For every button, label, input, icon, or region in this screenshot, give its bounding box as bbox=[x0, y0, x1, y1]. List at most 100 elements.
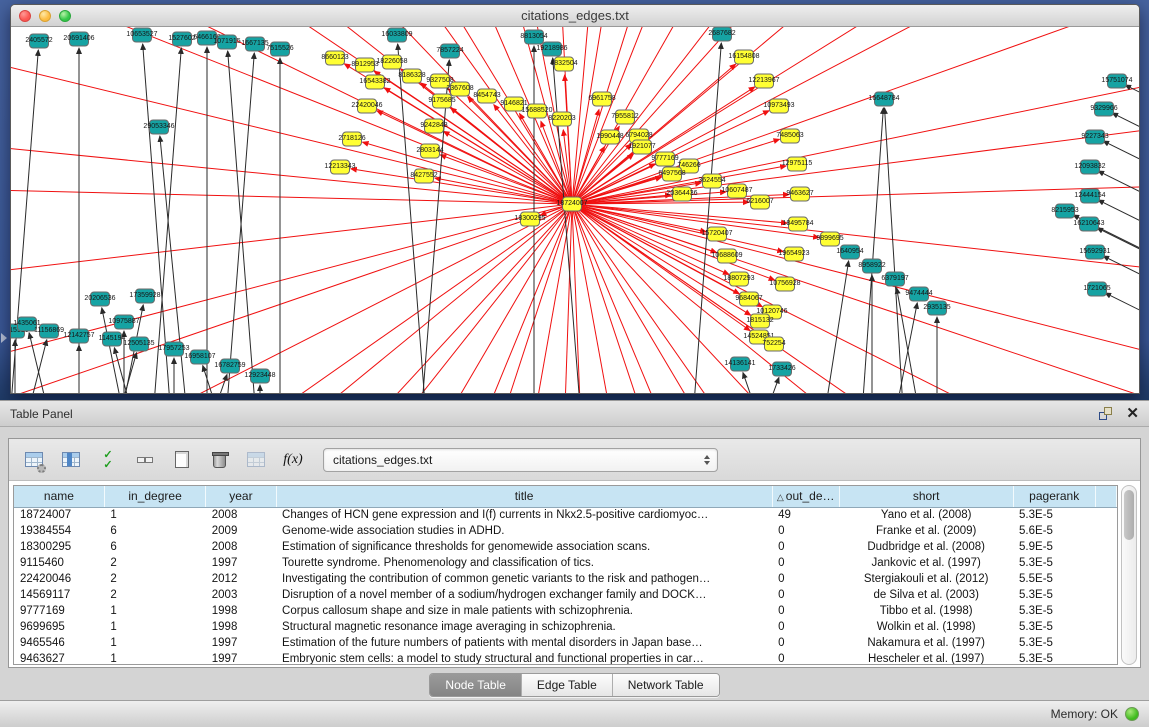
network-node[interactable]: 10756928 bbox=[775, 277, 795, 292]
network-node[interactable]: 8427552 bbox=[414, 169, 434, 184]
table-cell[interactable]: 5.3E-5 bbox=[1013, 507, 1095, 523]
table-cell[interactable]: 9777169 bbox=[14, 603, 104, 619]
column-settings-button[interactable] bbox=[21, 447, 47, 473]
network-node[interactable]: 18724007 bbox=[562, 197, 582, 212]
row-height-button[interactable] bbox=[132, 447, 158, 473]
network-node[interactable]: 9242848 bbox=[424, 119, 444, 134]
table-selector-dropdown[interactable]: citations_edges.txt bbox=[323, 448, 718, 472]
network-node[interactable]: 12213967 bbox=[754, 74, 774, 89]
table-row[interactable]: 946362711997Embryonic stem cells: a mode… bbox=[14, 651, 1117, 665]
column-header[interactable]: in_degree bbox=[104, 486, 205, 507]
table-cell[interactable]: 0 bbox=[772, 523, 839, 539]
float-panel-icon[interactable] bbox=[1099, 407, 1112, 420]
network-node[interactable]: 1733426 bbox=[772, 362, 792, 377]
table-cell[interactable]: de Silva et al. (2003) bbox=[839, 587, 1013, 603]
tab-network-table[interactable]: Network Table bbox=[613, 674, 719, 696]
table-cell[interactable]: 5.6E-5 bbox=[1013, 523, 1095, 539]
network-node[interactable]: 17957253 bbox=[164, 342, 184, 357]
table-cell[interactable]: Corpus callosum shape and size in male p… bbox=[276, 603, 772, 619]
network-node[interactable]: 6379197 bbox=[885, 272, 905, 287]
table-cell[interactable]: 18300295 bbox=[14, 539, 104, 555]
table-row[interactable]: 1872400712008Changes of HCN gene express… bbox=[14, 507, 1117, 523]
column-header[interactable]: name bbox=[14, 486, 104, 507]
network-node[interactable]: 19654923 bbox=[784, 247, 804, 262]
table-cell[interactable]: 2009 bbox=[206, 523, 276, 539]
table-cell[interactable]: 1997 bbox=[206, 651, 276, 665]
network-node[interactable]: 18495784 bbox=[788, 217, 808, 232]
network-node[interactable]: 20691406 bbox=[69, 32, 89, 47]
network-node[interactable]: 16154808 bbox=[734, 50, 754, 65]
table-cell[interactable]: 0 bbox=[772, 603, 839, 619]
table-cell[interactable]: 5.3E-5 bbox=[1013, 635, 1095, 651]
table-cell[interactable]: 5.3E-5 bbox=[1013, 651, 1095, 665]
network-node[interactable]: 1832504 bbox=[554, 57, 574, 72]
network-node[interactable]: 1640954 bbox=[840, 245, 860, 260]
network-node[interactable]: 22420046 bbox=[357, 99, 377, 114]
network-node[interactable]: 2687682 bbox=[712, 27, 732, 42]
network-node[interactable]: 10607487 bbox=[727, 184, 747, 199]
table-cell[interactable]: 1997 bbox=[206, 555, 276, 571]
table-cell[interactable]: 1 bbox=[104, 507, 205, 523]
table-cell[interactable]: 9699695 bbox=[14, 619, 104, 635]
network-node[interactable]: 12213343 bbox=[330, 160, 350, 175]
network-node[interactable]: 1990448 bbox=[600, 130, 620, 145]
table-cell[interactable]: 2 bbox=[104, 571, 205, 587]
table-cell[interactable]: 1998 bbox=[206, 603, 276, 619]
network-node[interactable]: 2803144 bbox=[420, 144, 440, 159]
network-node[interactable]: 6216007 bbox=[750, 195, 770, 210]
network-node[interactable]: 9899695 bbox=[820, 232, 840, 247]
table-cell[interactable]: Changes of HCN gene expression and I(f) … bbox=[276, 507, 772, 523]
network-node[interactable]: 12505135 bbox=[129, 337, 149, 352]
table-cell[interactable]: Hescheler et al. (1997) bbox=[839, 651, 1013, 665]
network-node[interactable]: 16648784 bbox=[874, 92, 894, 107]
collapsed-panel-arrow-icon[interactable] bbox=[1, 333, 7, 343]
table-cell[interactable]: 2 bbox=[104, 555, 205, 571]
table-cell[interactable]: Wolkin et al. (1998) bbox=[839, 619, 1013, 635]
table-row[interactable]: 1938455462009Genome-wide association stu… bbox=[14, 523, 1117, 539]
network-node[interactable]: 8912953 bbox=[355, 58, 375, 73]
network-node[interactable]: 15720407 bbox=[707, 227, 727, 242]
network-node[interactable]: 9463627 bbox=[790, 187, 810, 202]
network-node[interactable]: 10653527 bbox=[132, 28, 152, 43]
network-node[interactable]: 16543382 bbox=[365, 75, 385, 90]
network-node[interactable]: 8454743 bbox=[477, 89, 497, 104]
table-cell[interactable]: Dudbridge et al. (2008) bbox=[839, 539, 1013, 555]
network-node[interactable]: 12923448 bbox=[250, 369, 270, 384]
table-cell[interactable]: 1 bbox=[104, 619, 205, 635]
table-cell[interactable]: Estimation of significance thresholds fo… bbox=[276, 539, 772, 555]
table-cell[interactable]: 22420046 bbox=[14, 571, 104, 587]
network-node[interactable]: 1921077 bbox=[632, 140, 652, 155]
network-node[interactable]: 9684067 bbox=[739, 292, 759, 307]
table-cell[interactable]: Yano et al. (2008) bbox=[839, 507, 1013, 523]
column-header[interactable]: pagerank bbox=[1013, 486, 1095, 507]
table-cell[interactable]: Tibbo et al. (1998) bbox=[839, 603, 1013, 619]
network-node[interactable]: 6961758 bbox=[592, 92, 612, 107]
network-node[interactable]: 8220203 bbox=[552, 112, 572, 127]
network-node[interactable]: 2367608 bbox=[450, 82, 470, 97]
memory-ok-icon[interactable] bbox=[1125, 707, 1139, 721]
close-panel-icon[interactable]: ✕ bbox=[1126, 407, 1139, 420]
network-node[interactable]: 7515526 bbox=[270, 42, 290, 57]
table-cell[interactable]: 0 bbox=[772, 539, 839, 555]
table-cell[interactable]: 6 bbox=[104, 539, 205, 555]
network-node[interactable]: 15692931 bbox=[1085, 245, 1105, 260]
table-cell[interactable]: 18724007 bbox=[14, 507, 104, 523]
network-node[interactable]: 16782759 bbox=[220, 359, 240, 374]
network-node[interactable]: 15688520 bbox=[527, 104, 547, 119]
network-node[interactable]: 6497568 bbox=[662, 167, 682, 182]
table-cell[interactable]: 1998 bbox=[206, 619, 276, 635]
table-cell[interactable]: 5.9E-5 bbox=[1013, 539, 1095, 555]
table-cell[interactable]: 1997 bbox=[206, 635, 276, 651]
network-node[interactable]: 12444154 bbox=[1080, 189, 1100, 204]
network-node[interactable]: 9175685 bbox=[432, 94, 452, 109]
network-node[interactable]: 9227343 bbox=[1085, 130, 1105, 145]
table-cell[interactable]: Nakamura et al. (1997) bbox=[839, 635, 1013, 651]
table-cell[interactable]: Stergiakouli et al. (2012) bbox=[839, 571, 1013, 587]
table-cell[interactable]: Franke et al. (2009) bbox=[839, 523, 1013, 539]
table-cell[interactable]: Jankovic et al. (1997) bbox=[839, 555, 1013, 571]
table-cell[interactable]: 2008 bbox=[206, 507, 276, 523]
table-cell[interactable]: 0 bbox=[772, 587, 839, 603]
tab-node-table[interactable]: Node Table bbox=[430, 674, 522, 696]
table-cell[interactable]: 0 bbox=[772, 555, 839, 571]
network-node[interactable]: 7857224 bbox=[440, 44, 460, 59]
